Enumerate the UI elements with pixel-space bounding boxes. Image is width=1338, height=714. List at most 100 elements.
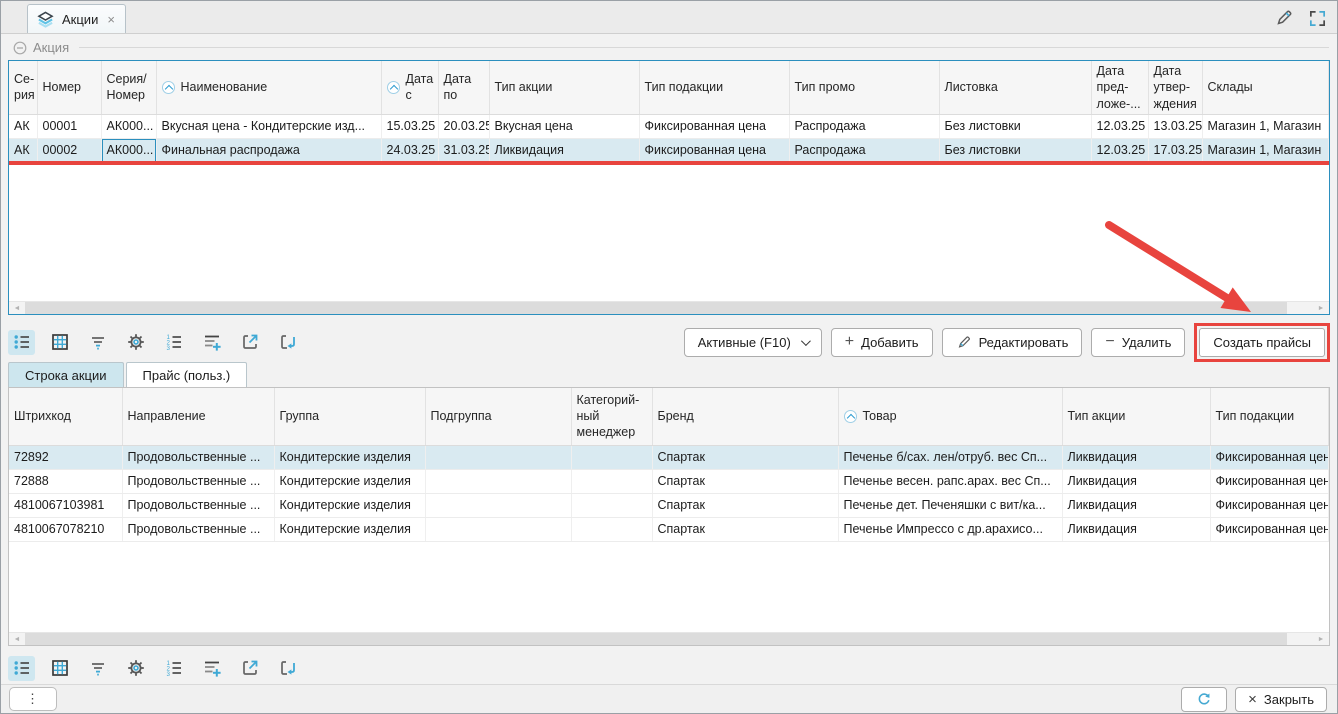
column-header[interactable]: Листовка <box>939 61 1091 114</box>
filter-dropdown[interactable]: Активные (F10) <box>684 328 822 357</box>
table-cell[interactable]: Печенье дет. Печеняшки с вит/ка... <box>838 493 1062 517</box>
table-cell[interactable]: 15.03.25 <box>381 114 438 138</box>
filter-icon[interactable] <box>84 656 111 681</box>
table-cell[interactable]: Кондитерские изделия <box>274 469 425 493</box>
column-header[interactable]: Дата утвер- ждения <box>1148 61 1202 114</box>
settings-gear-icon[interactable] <box>122 330 149 355</box>
table-cell[interactable]: Вкусная цена <box>489 114 639 138</box>
table-cell[interactable]: Фиксированная цена <box>1210 517 1329 541</box>
column-header[interactable]: Штрихкод <box>9 388 122 445</box>
table-cell[interactable]: Продовольственные ... <box>122 445 274 469</box>
scroll-right-icon[interactable]: ► <box>1313 302 1329 315</box>
table-cell[interactable]: Печенье Импрессо с др.арахисо... <box>838 517 1062 541</box>
table-cell[interactable]: 4810067103981 <box>9 493 122 517</box>
table-cell[interactable]: АК <box>9 138 37 162</box>
table-cell[interactable]: 17.03.25 <box>1148 138 1202 162</box>
table-cell[interactable] <box>571 469 652 493</box>
scroll-left-icon[interactable]: ◄ <box>9 633 25 646</box>
table-cell[interactable]: Печенье б/сах. лен/отруб. вес Сп... <box>838 445 1062 469</box>
table-cell[interactable]: Ликвидация <box>1062 469 1210 493</box>
grid-view-icon[interactable] <box>46 656 73 681</box>
create-prices-button[interactable]: Создать прайсы <box>1199 328 1325 357</box>
edit-pencil-icon[interactable] <box>1274 8 1294 28</box>
table-cell[interactable]: Продовольственные ... <box>122 517 274 541</box>
add-line-icon[interactable] <box>198 656 225 681</box>
table-cell[interactable]: Без листовки <box>939 138 1091 162</box>
column-header[interactable]: Тип акции <box>1062 388 1210 445</box>
edit-button[interactable]: Редактировать <box>942 328 1083 357</box>
table-row[interactable]: АК00001АК000...Вкусная цена - Кондитерск… <box>9 114 1329 138</box>
table-cell[interactable]: 24.03.25 <box>381 138 438 162</box>
table-cell[interactable]: Фиксированная цена <box>1210 469 1329 493</box>
table-cell[interactable]: Финальная распродажа <box>156 138 381 162</box>
close-button[interactable]: × Закрыть <box>1235 687 1327 712</box>
collapse-icon[interactable] <box>13 41 27 55</box>
column-header[interactable]: Наименование <box>156 61 381 114</box>
table-cell[interactable]: Кондитерские изделия <box>274 517 425 541</box>
table-cell[interactable]: Продовольственные ... <box>122 493 274 517</box>
refresh-button[interactable] <box>1181 687 1227 712</box>
table-cell[interactable]: Распродажа <box>789 138 939 162</box>
table-cell[interactable]: АК <box>9 114 37 138</box>
table-cell[interactable] <box>425 469 571 493</box>
fullscreen-icon[interactable] <box>1308 9 1327 28</box>
table-cell[interactable]: Фиксированная цена <box>1210 445 1329 469</box>
open-external-icon[interactable] <box>236 330 263 355</box>
scroll-right-icon[interactable]: ► <box>1313 633 1329 646</box>
tab-akcii[interactable]: Акции × <box>27 4 126 33</box>
settings-gear-icon[interactable] <box>122 656 149 681</box>
table-cell[interactable]: Фиксированная цена <box>1210 493 1329 517</box>
scroll-left-icon[interactable]: ◄ <box>9 302 25 315</box>
column-header[interactable]: Группа <box>274 388 425 445</box>
table-cell[interactable]: Без листовки <box>939 114 1091 138</box>
table-cell[interactable]: 4810067078210 <box>9 517 122 541</box>
table-cell[interactable]: Ликвидация <box>1062 493 1210 517</box>
table-cell[interactable]: 31.03.25 <box>438 138 489 162</box>
table-row[interactable]: 4810067103981Продовольственные ...Кондит… <box>9 493 1329 517</box>
table-cell[interactable]: Магазин 1, Магазин <box>1202 138 1329 162</box>
column-header[interactable]: Тип акции <box>489 61 639 114</box>
tab-stroka-akcii[interactable]: Строка акции <box>8 362 124 387</box>
table-row[interactable]: 72892Продовольственные ...Кондитерские и… <box>9 445 1329 469</box>
table-cell[interactable]: Спартак <box>652 469 838 493</box>
scrollbar-thumb[interactable] <box>25 633 1287 646</box>
tab-prajs-polz[interactable]: Прайс (польз.) <box>126 362 248 387</box>
table-cell[interactable] <box>571 517 652 541</box>
table-row[interactable]: 72888Продовольственные ...Кондитерские и… <box>9 469 1329 493</box>
grid-view-icon[interactable] <box>46 330 73 355</box>
table-cell[interactable]: АК000... <box>101 114 156 138</box>
column-header[interactable]: Тип подакции <box>1210 388 1329 445</box>
column-header[interactable]: Склады <box>1202 61 1329 114</box>
table-cell[interactable]: 72888 <box>9 469 122 493</box>
table-cell[interactable]: Магазин 1, Магазин <box>1202 114 1329 138</box>
table-cell[interactable]: 12.03.25 <box>1091 114 1148 138</box>
table-cell[interactable]: Кондитерские изделия <box>274 493 425 517</box>
add-line-icon[interactable] <box>198 330 225 355</box>
table-cell[interactable]: Спартак <box>652 517 838 541</box>
list-view-icon[interactable] <box>8 656 35 681</box>
table-cell[interactable]: АК000... <box>101 138 156 162</box>
filter-icon[interactable] <box>84 330 111 355</box>
numbered-list-icon[interactable]: 1 2 3 <box>160 330 187 355</box>
table-cell[interactable]: Ликвидация <box>1062 517 1210 541</box>
table-cell[interactable]: Спартак <box>652 445 838 469</box>
column-header[interactable]: Подгруппа <box>425 388 571 445</box>
column-header[interactable]: Серия/ Номер <box>101 61 156 114</box>
table-cell[interactable] <box>425 493 571 517</box>
reload-icon[interactable] <box>274 330 301 355</box>
column-header[interactable]: Категорий- ный менеджер <box>571 388 652 445</box>
promotions-h-scrollbar[interactable]: ◄ ► <box>9 301 1329 314</box>
column-header[interactable]: Дата по <box>438 61 489 114</box>
column-header[interactable]: Направление <box>122 388 274 445</box>
numbered-list-icon[interactable]: 1 2 3 <box>160 656 187 681</box>
table-row[interactable]: АК00002АК000...Финальная распродажа24.03… <box>9 138 1329 162</box>
table-cell[interactable]: 72892 <box>9 445 122 469</box>
tab-close-icon[interactable]: × <box>107 12 115 27</box>
table-cell[interactable]: Ликвидация <box>489 138 639 162</box>
column-header[interactable]: Номер <box>37 61 101 114</box>
column-header[interactable]: Товар <box>838 388 1062 445</box>
table-cell[interactable]: Ликвидация <box>1062 445 1210 469</box>
table-cell[interactable]: 00001 <box>37 114 101 138</box>
column-header[interactable]: Тип промо <box>789 61 939 114</box>
delete-button[interactable]: − Удалить <box>1091 328 1185 357</box>
